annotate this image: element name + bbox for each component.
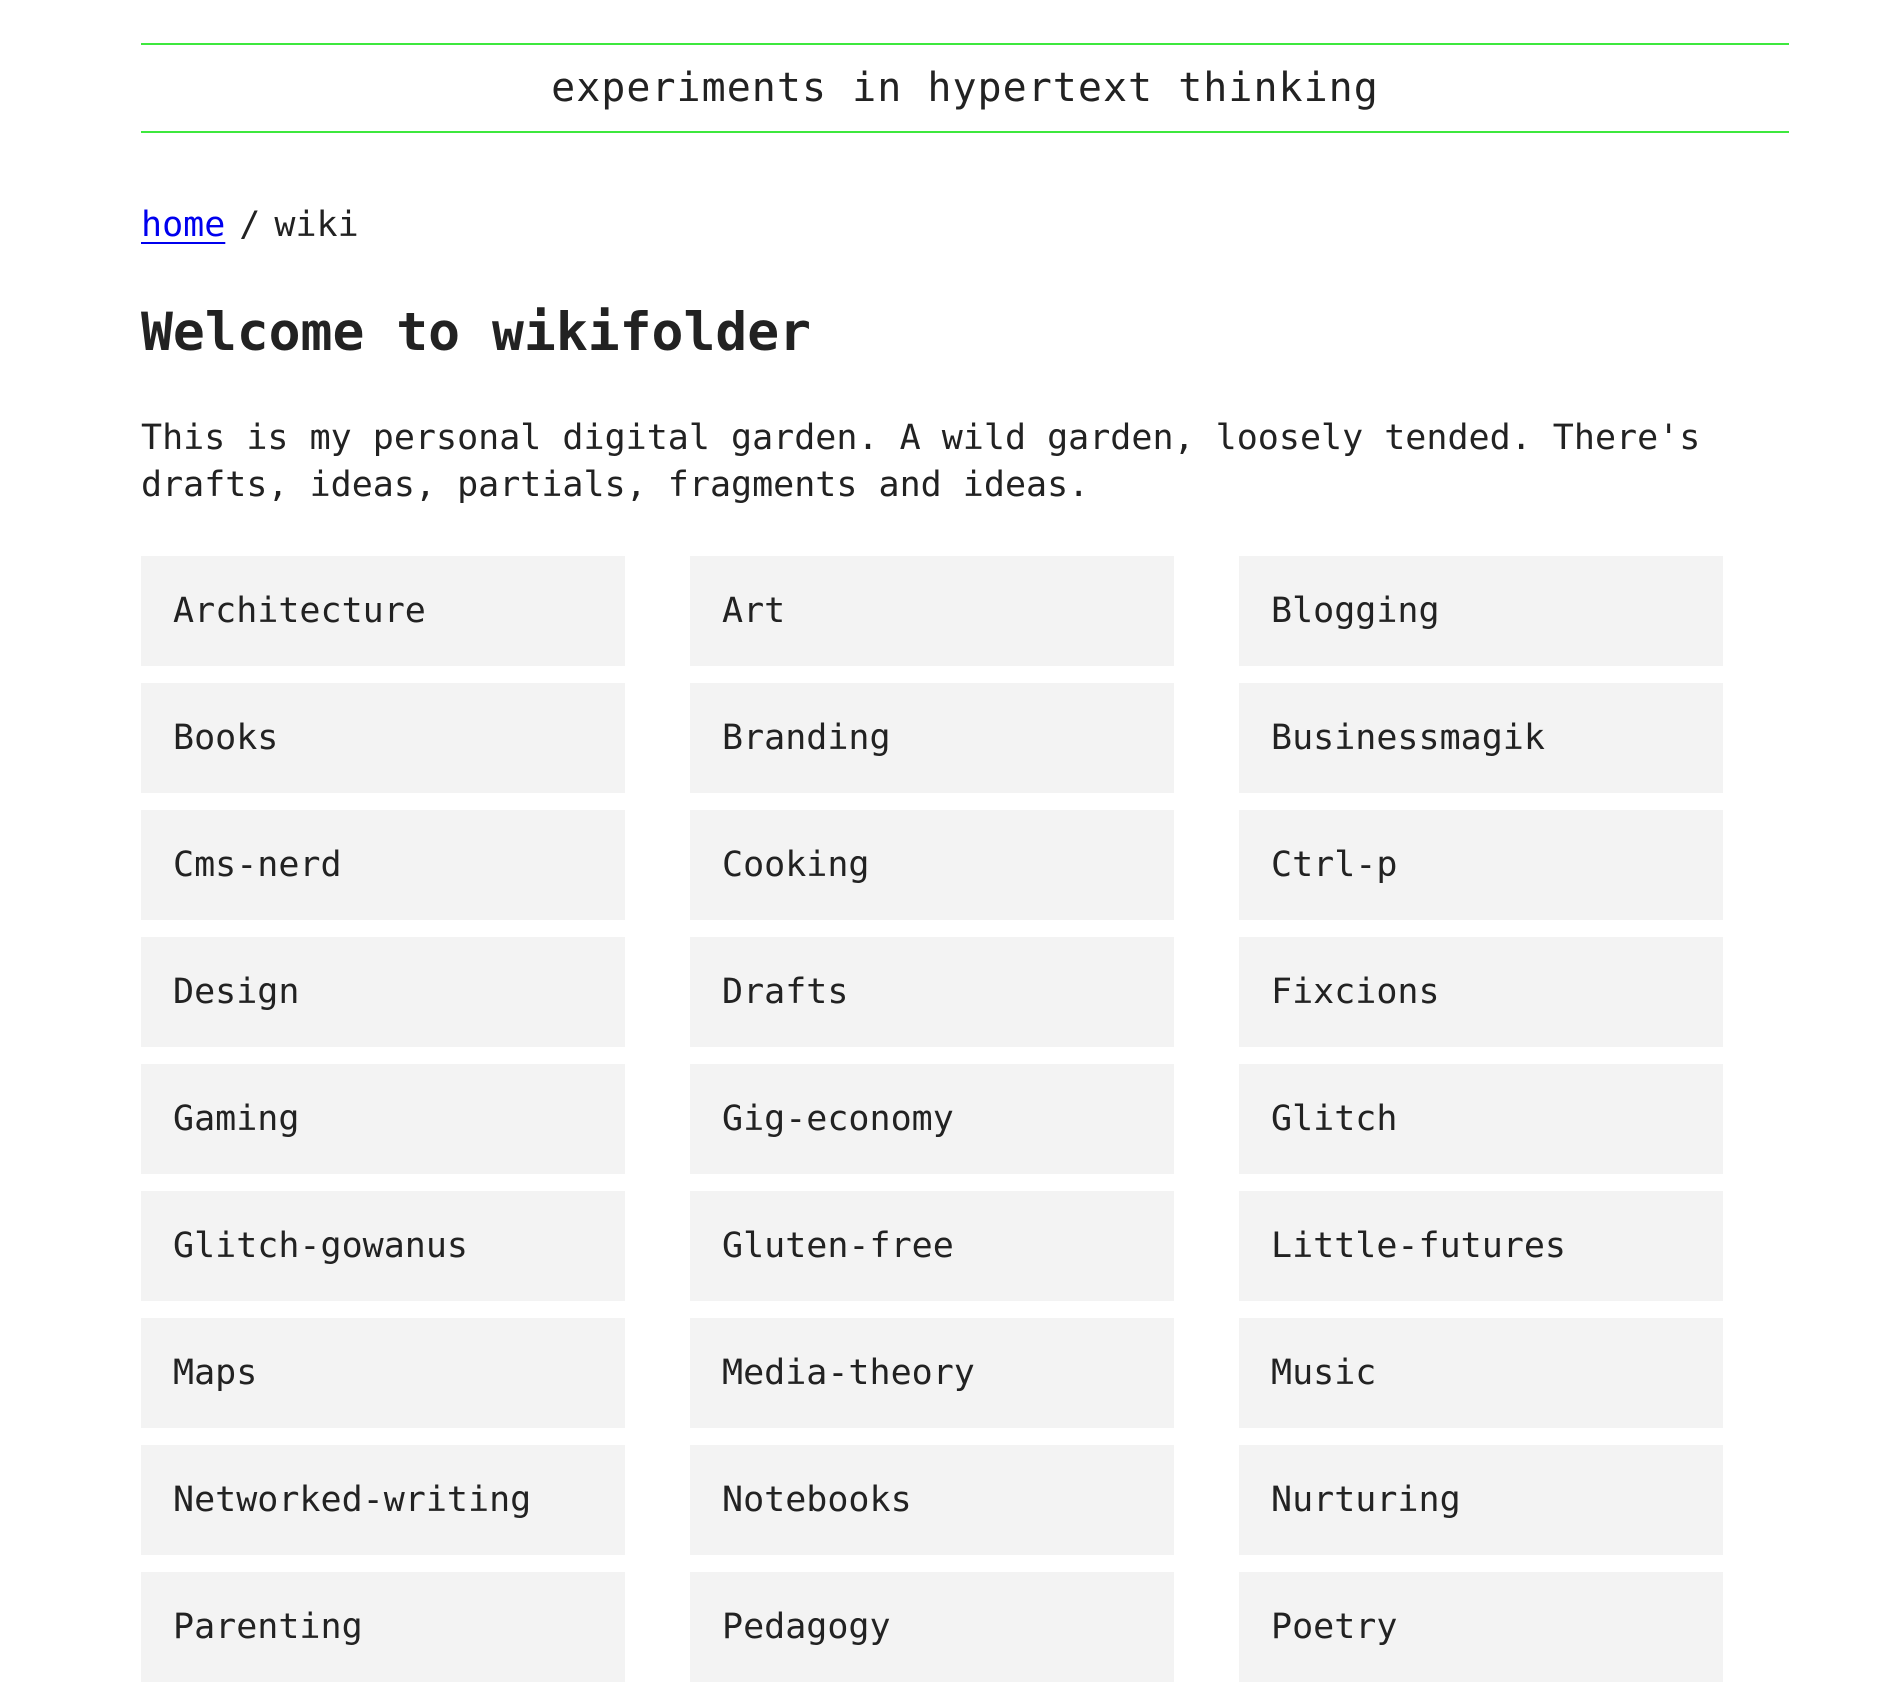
breadcrumb-home-link[interactable]: home [141, 205, 225, 245]
category-tile[interactable]: Notebooks [690, 1445, 1174, 1555]
category-tile[interactable]: Glitch-gowanus [141, 1191, 625, 1301]
category-tile[interactable]: Fixcions [1239, 937, 1723, 1047]
intro-text: This is my personal digital garden. A wi… [141, 418, 1701, 505]
category-tile[interactable]: Branding [690, 683, 1174, 793]
site-header: experiments in hypertext thinking [141, 43, 1789, 133]
site-title: experiments in hypertext thinking [551, 65, 1379, 111]
category-tile[interactable]: Businessmagik [1239, 683, 1723, 793]
category-tile[interactable]: Design [141, 937, 625, 1047]
breadcrumb-separator: / [239, 205, 261, 245]
category-tile[interactable]: Gaming [141, 1064, 625, 1174]
category-tile[interactable]: Cms-nerd [141, 810, 625, 920]
page-title: Welcome to wikifolder [141, 302, 812, 363]
category-tile[interactable]: Nurturing [1239, 1445, 1723, 1555]
category-tile[interactable]: Parenting [141, 1572, 625, 1682]
category-tile[interactable]: Books [141, 683, 625, 793]
category-tile[interactable]: Maps [141, 1318, 625, 1428]
category-tile[interactable]: Art [690, 556, 1174, 666]
category-tile[interactable]: Poetry [1239, 1572, 1723, 1682]
category-grid: Architecture Art Blogging Books Branding… [141, 556, 1725, 1682]
category-tile[interactable]: Drafts [690, 937, 1174, 1047]
category-tile[interactable]: Pedagogy [690, 1572, 1174, 1682]
category-tile[interactable]: Networked-writing [141, 1445, 625, 1555]
category-tile[interactable]: Blogging [1239, 556, 1723, 666]
category-tile[interactable]: Gig-economy [690, 1064, 1174, 1174]
category-tile[interactable]: Media-theory [690, 1318, 1174, 1428]
category-tile[interactable]: Cooking [690, 810, 1174, 920]
category-tile[interactable]: Little-futures [1239, 1191, 1723, 1301]
category-tile[interactable]: Music [1239, 1318, 1723, 1428]
breadcrumb: home / wiki [141, 200, 359, 250]
category-tile[interactable]: Glitch [1239, 1064, 1723, 1174]
category-tile[interactable]: Gluten-free [690, 1191, 1174, 1301]
category-tile[interactable]: Architecture [141, 556, 625, 666]
category-tile[interactable]: Ctrl-p [1239, 810, 1723, 920]
breadcrumb-current: wiki [274, 205, 359, 245]
